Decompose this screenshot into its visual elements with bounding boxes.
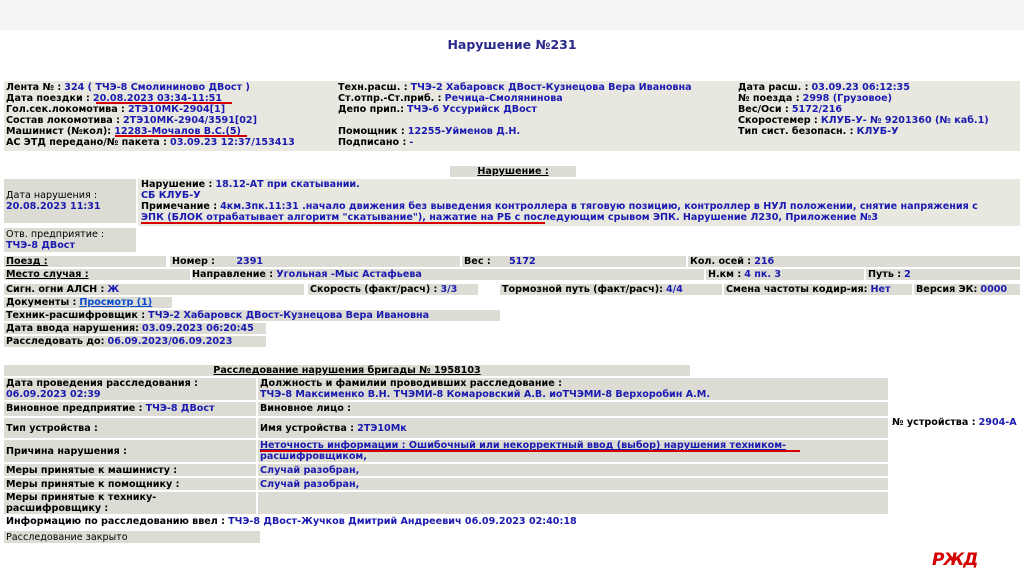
version-row: Версия ЭК: 0000 [916,284,1008,295]
brake-row: Тормозной путь (факт/расч): 4/4 [502,284,683,295]
inv-date-value: 06.09.2023 02:39 [6,389,101,400]
signed-row: Подписано : - [338,137,414,148]
info-entered-row: Информацию по расследованию ввел : ТЧЭ-8… [6,516,577,527]
device-no-row: № устройства : 2904-А [892,417,1017,428]
violation-name-row: Нарушение : 18.12-АТ при скатывании. [141,179,360,190]
train-label: Поезд : [6,256,48,267]
freq-row: Смена частоты кодир-ия: Нет [726,284,891,295]
violation-note-row: Примечание : 4км.3пк.11:31 .начало движе… [141,201,978,212]
measures-assistant-label: Меры принятые к помощнику : [6,479,180,490]
tech-row: Техн.расш. : ТЧЭ-2 Хабаровск ДВост-Кузне… [338,82,692,93]
inv-date-label: Дата проведения расследования : [6,378,198,389]
guilty-ent-row: Виновное предприятие : ТЧЭ-8 ДВост [6,403,215,414]
measures-assistant-value: Случай разобран, [260,479,360,490]
safety-row: Тип сист. безопасн. : КЛУБ-У [738,126,899,137]
violation-system: СБ КЛУБ-У [141,190,201,201]
train-weight-row: Вес : 5172 [464,256,536,267]
investigate-row: Расследовать до: 06.09.2023/06.09.2023 [6,336,233,347]
weight-row: Вес/Оси : 5172/216 [738,104,843,115]
red-underline-driver [115,135,247,137]
measures-driver-label: Меры принятые к машинисту : [6,465,178,476]
cause-label: Причина нарушения : [6,446,127,457]
speedometer-row: Скоростемер : КЛУБ-У- № 9201360 (№ каб.1… [738,115,989,126]
page-title: Нарушение №231 [447,37,577,52]
red-underline-note [141,222,545,224]
positions-label: Должность и фамилии проводивших расследо… [260,378,562,389]
lead-loco-row: Гол.сек.локомотива : 2ТЭ10МК-2904[1] [6,104,226,115]
decode-date-row: Дата расш. : 03.09.23 06:12:35 [738,82,910,93]
depot-row: Депо прип.: ТЧЭ-6 Уссурийск ДВост [338,104,537,115]
measures-driver-value: Случай разобран, [260,465,360,476]
km-row: Н.км : 4 пк. 3 [708,269,782,280]
alsn-row: Сигн. огни АЛСН : Ж [6,284,120,295]
track-row: Путь : 2 [868,269,911,280]
direction-row: Направление : Угольная -Мыс Астафьева [192,269,422,280]
loco-comp-row: Состав локомотива : 2ТЭ10МК-2904/3591[02… [6,115,257,126]
guilty-person-label: Виновное лицо : [260,403,352,414]
resp-value: ТЧЭ-8 ДВост [6,240,76,251]
top-bar [0,0,1024,30]
docs-view-link[interactable]: Просмотр (1) [79,297,152,308]
stations-row: Ст.отпр.-Ст.приб. : Речица-Смолянинова [338,93,563,104]
violation-header: Нарушение : [450,166,576,177]
axles-row: Кол. осей : 216 [690,256,775,267]
positions-value: ТЧЭ-8 Максименко В.Н. ТЧЭМИ-8 Комаровски… [260,389,711,400]
violation-date-value: 20.08.2023 11:31 [6,201,101,212]
measures-tech-value-cell [258,492,888,514]
asetd-row: АС ЭТД передано/№ пакета : 03.09.23 12:3… [6,137,295,148]
red-underline-cause [260,450,800,452]
entry-row: Дата ввода нарушения: 03.09.2023 06:20:4… [6,323,254,334]
assistant-row: Помощник : 12255-Уйменов Д.Н. [338,126,521,137]
red-underline-date [96,102,232,104]
resp-label: Отв. предприятие : [6,229,105,240]
measures-tech-label-1: Меры принятые к технику- [6,492,157,503]
lenta-row: Лента № : 324 ( ТЧЭ-8 Смолининово ДВост … [6,82,250,93]
closed-label: Расследование закрыто [6,532,128,543]
investigation-header: Расследование нарушения бригады № 195810… [4,365,690,376]
measures-tech-label-2: расшифровщику : [6,503,109,514]
rzd-logo: РЖД [932,550,978,570]
violation-date-label: Дата нарушения : [6,190,98,201]
guilty-person-cell [258,402,888,416]
place-label: Место случая : [6,269,89,280]
device-type-label: Тип устройства : [6,423,98,434]
device-name-row: Имя устройства : 2ТЭ10Мк [260,423,407,434]
number-row: Номер : 2391 [172,256,264,267]
page: Нарушение №231 Лента № : 324 ( ТЧЭ-8 Смо… [0,0,1024,574]
docs-row: Документы : Просмотр (1) [6,297,153,308]
speed-row: Скорость (факт/расч) : 3/3 [310,284,458,295]
cause-value-line2: расшифровщиком, [260,451,367,462]
decoder-row: Техник-расшифровщик : ТЧЭ-2 Хабаровск ДВ… [6,310,430,321]
train-no-row: № поезда : 2998 (Грузовое) [738,93,893,104]
